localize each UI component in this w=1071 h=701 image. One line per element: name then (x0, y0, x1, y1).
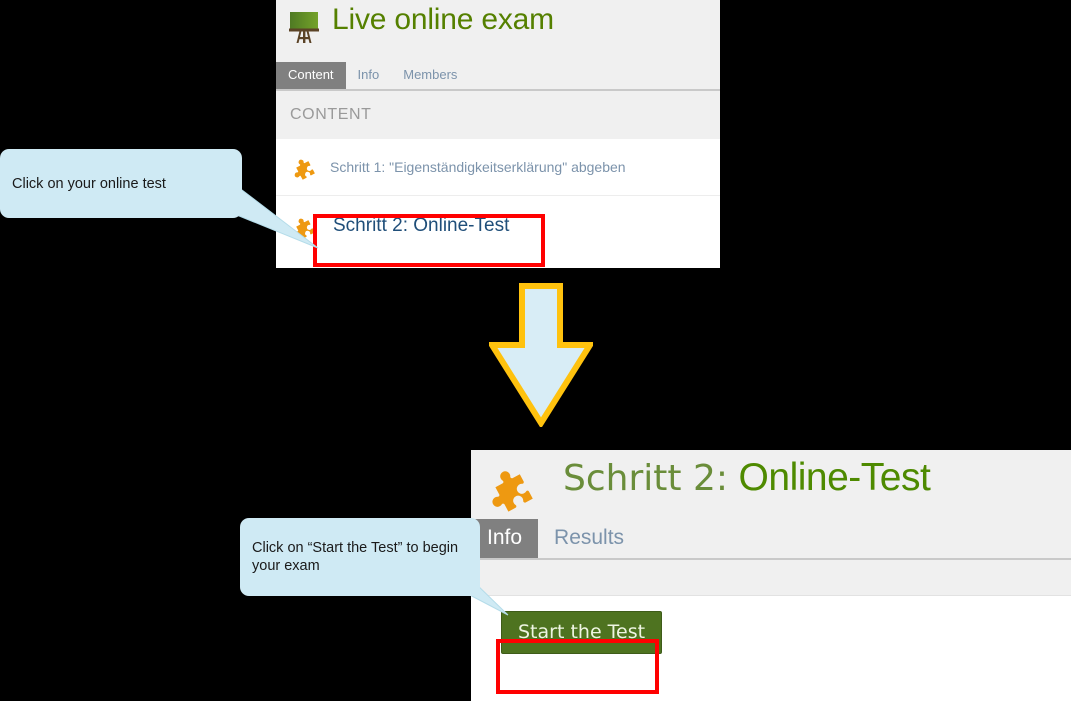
test-title-main: Online-Test (738, 456, 931, 499)
course-tabbar: Content Info Members (276, 60, 720, 91)
callout-text: Click on “Start the Test” to begin your … (252, 540, 459, 574)
start-test-button[interactable]: Start the Test (501, 611, 663, 654)
content-section-label: CONTENT (276, 91, 720, 139)
course-panel-header: Live online exam (276, 0, 720, 60)
test-panel-header: Schritt 2: Online-Test (471, 450, 1071, 518)
easel-board-icon (284, 7, 324, 47)
list-item-label[interactable]: Schritt 1: "Eigenständigkeitserklärung" … (330, 159, 626, 175)
callout-click-online-test: Click on your online test (0, 149, 242, 218)
test-panel-spacer (471, 560, 1071, 595)
callout-click-start-test: Click on “Start the Test” to begin your … (240, 518, 480, 596)
tab-info[interactable]: Info (471, 519, 539, 558)
down-arrow (486, 283, 596, 429)
callout-text: Click on your online test (12, 175, 166, 192)
test-panel-body: Start the Test (471, 595, 1071, 680)
puzzle-piece-icon (293, 213, 319, 239)
course-title: Live online exam (332, 3, 554, 36)
list-item[interactable]: Schritt 1: "Eigenständigkeitserklärung" … (276, 139, 720, 196)
course-panel: Live online exam Content Info Members CO… (276, 0, 720, 268)
tab-info[interactable]: Info (346, 62, 392, 89)
puzzle-piece-icon (293, 154, 319, 180)
tab-content[interactable]: Content (276, 62, 346, 89)
tab-members[interactable]: Members (391, 62, 469, 89)
test-title: Schritt 2: Online-Test (563, 456, 931, 500)
puzzle-piece-icon (489, 460, 541, 512)
test-panel: Schritt 2: Online-Test Info Results Star… (471, 450, 1071, 701)
test-title-prefix: Schritt 2: (563, 458, 728, 499)
list-item-label-online-test[interactable]: Schritt 2: Online-Test (333, 215, 509, 237)
list-item[interactable]: Schritt 2: Online-Test (276, 196, 720, 255)
test-tabbar: Info Results (471, 518, 1071, 560)
tab-results[interactable]: Results (538, 519, 640, 558)
